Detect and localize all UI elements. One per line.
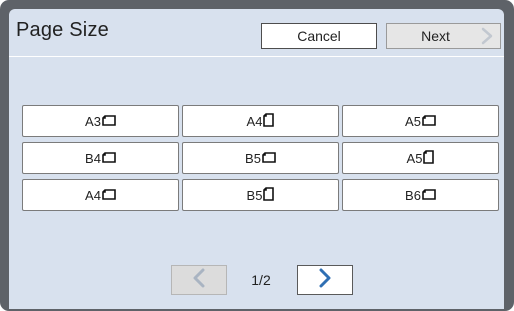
portrait-paper-icon xyxy=(263,186,275,204)
next-page-button[interactable] xyxy=(297,265,353,295)
size-label: A5 xyxy=(406,150,423,166)
page-size-panel: Page Size Cancel Next A3 A4 A5 B4 B5 A5 … xyxy=(9,9,504,309)
size-label: B5 xyxy=(246,187,263,203)
landscape-paper-icon xyxy=(422,188,436,203)
size-button[interactable]: B5 xyxy=(182,179,339,211)
landscape-paper-icon xyxy=(102,151,116,166)
chevron-right-icon xyxy=(317,268,333,293)
size-label: A3 xyxy=(85,113,101,129)
size-label: A4 xyxy=(85,187,101,203)
size-button[interactable]: A5 xyxy=(342,142,499,174)
header-bar: Page Size Cancel Next xyxy=(9,9,504,57)
page-indicator: 1/2 xyxy=(251,272,271,288)
size-label: B5 xyxy=(245,150,261,166)
next-button-label: Next xyxy=(421,28,450,44)
size-label: B4 xyxy=(85,150,101,166)
size-label: B6 xyxy=(405,187,421,203)
landscape-paper-icon xyxy=(262,151,276,166)
page-title: Page Size xyxy=(16,19,109,41)
chevron-right-icon xyxy=(480,27,494,48)
window-frame: Page Size Cancel Next A3 A4 A5 B4 B5 A5 … xyxy=(0,0,514,311)
size-button[interactable]: A3 xyxy=(22,105,179,137)
size-label: A4 xyxy=(246,113,263,129)
size-button[interactable]: A4 xyxy=(182,105,339,137)
cancel-button-label: Cancel xyxy=(297,28,341,44)
previous-page-button[interactable] xyxy=(171,265,227,295)
size-button[interactable]: B5 xyxy=(182,142,339,174)
chevron-left-icon xyxy=(191,268,207,293)
landscape-paper-icon xyxy=(102,188,116,203)
size-label: A5 xyxy=(405,113,421,129)
size-button[interactable]: A4 xyxy=(22,179,179,211)
next-button[interactable]: Next xyxy=(386,23,501,49)
portrait-paper-icon xyxy=(423,149,435,167)
size-button[interactable]: A5 xyxy=(342,105,499,137)
landscape-paper-icon xyxy=(422,114,436,129)
landscape-paper-icon xyxy=(102,114,116,129)
portrait-paper-icon xyxy=(263,112,275,130)
size-button[interactable]: B6 xyxy=(342,179,499,211)
size-button[interactable]: B4 xyxy=(22,142,179,174)
cancel-button[interactable]: Cancel xyxy=(261,23,377,49)
